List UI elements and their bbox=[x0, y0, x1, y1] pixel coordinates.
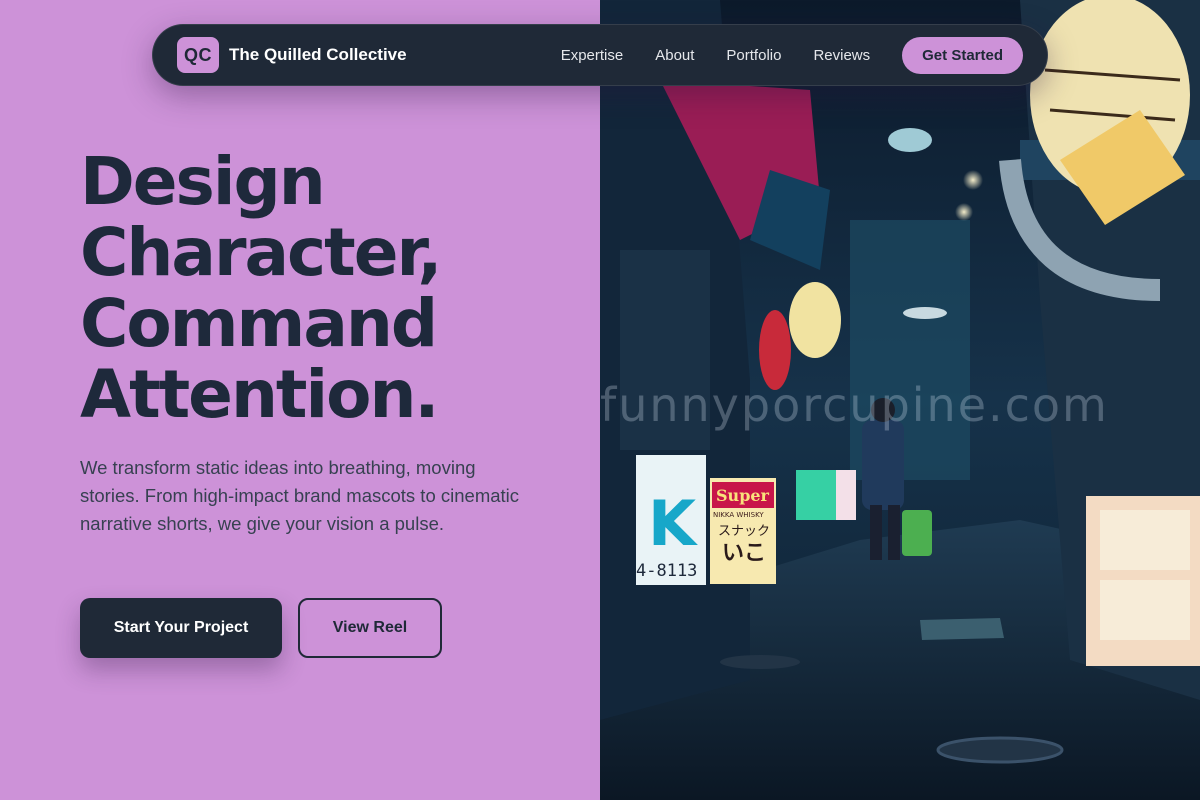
logo-badge[interactable]: QC bbox=[177, 37, 219, 73]
svg-text:K: K bbox=[648, 487, 698, 560]
svg-text:4-8113: 4-8113 bbox=[636, 561, 697, 581]
hero-headline: Design Character, Command Attention. bbox=[80, 146, 580, 430]
headline-line-4: Attention. bbox=[80, 356, 440, 433]
headline-line-2: Character, bbox=[80, 214, 442, 291]
svg-text:Super: Super bbox=[716, 486, 770, 505]
nav-link-expertise[interactable]: Expertise bbox=[561, 47, 624, 64]
svg-text:いこ: いこ bbox=[722, 541, 766, 566]
svg-text:スナック: スナック bbox=[718, 524, 770, 539]
headline-line-1: Design bbox=[80, 143, 326, 220]
headline-line-3: Command bbox=[80, 285, 438, 362]
nav-link-reviews[interactable]: Reviews bbox=[813, 47, 870, 64]
top-navbar: QC The Quilled Collective Expertise Abou… bbox=[152, 24, 1048, 86]
brand-name[interactable]: The Quilled Collective bbox=[229, 45, 407, 65]
get-started-button[interactable]: Get Started bbox=[902, 36, 1023, 74]
nav-links: Expertise About Portfolio Reviews Get St… bbox=[561, 36, 1023, 74]
hero-photo: K 4-8113 Super NIKKA WHISKY スナック いこ bbox=[600, 0, 1200, 800]
nav-link-portfolio[interactable]: Portfolio bbox=[726, 47, 781, 64]
svg-text:NIKKA WHISKY: NIKKA WHISKY bbox=[713, 511, 764, 519]
hero-subtext: We transform static ideas into breathing… bbox=[80, 457, 520, 534]
nav-link-about[interactable]: About bbox=[655, 47, 694, 64]
view-reel-button[interactable]: View Reel bbox=[298, 598, 442, 658]
start-project-button[interactable]: Start Your Project bbox=[80, 598, 282, 658]
